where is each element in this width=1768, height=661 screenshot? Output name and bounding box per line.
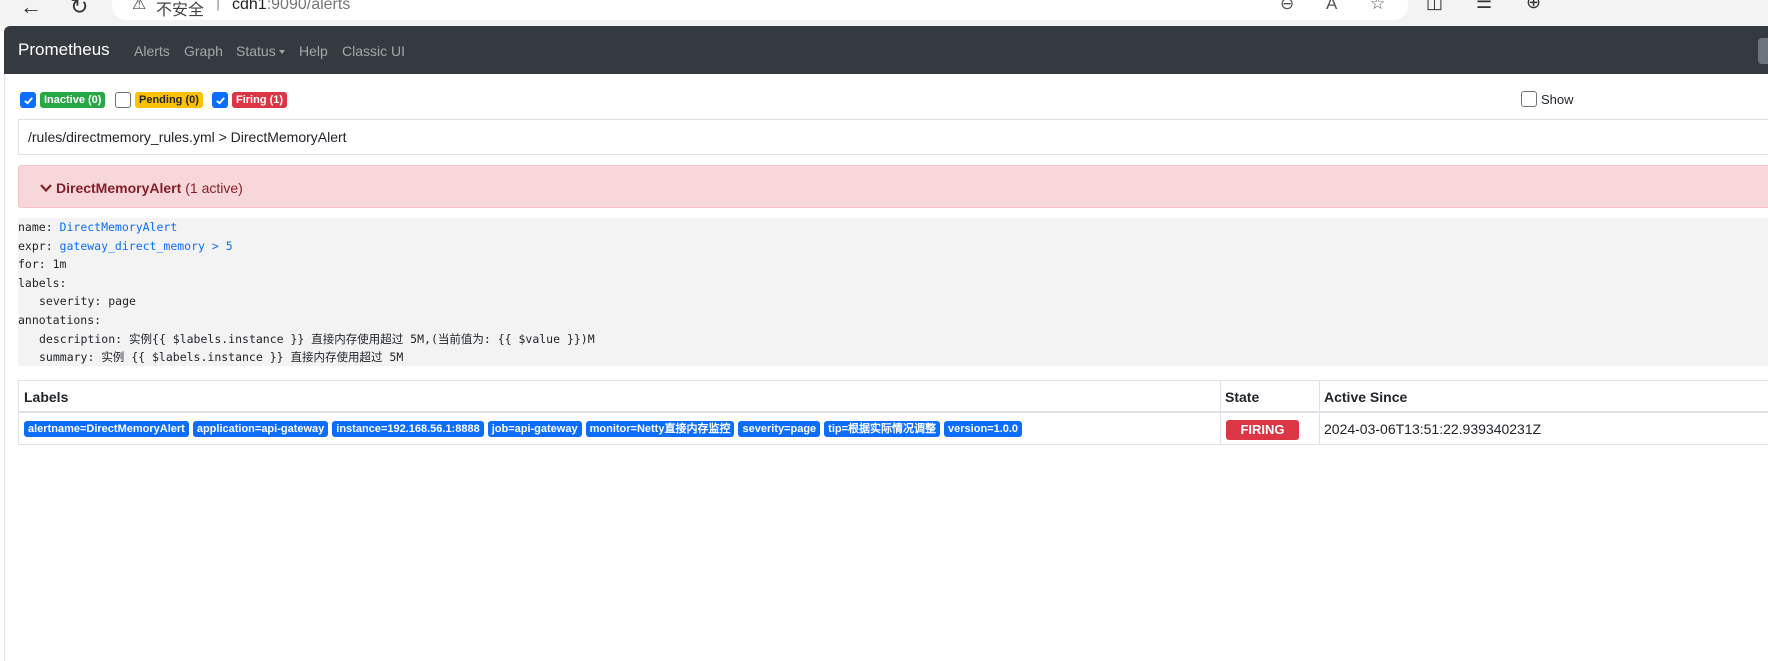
inactive-badge: Inactive (0) (40, 92, 106, 108)
url-host: cdh1 (232, 0, 267, 13)
label-badge: instance=192.168.56.1:8888 (332, 421, 484, 437)
caret-down-icon (278, 50, 285, 55)
show-annotations-label: Show (1541, 91, 1574, 107)
rule-name-link[interactable]: DirectMemoryAlert (60, 220, 178, 234)
nav-status-label: Status (236, 43, 276, 59)
table-row: alertname=DirectMemoryAlert application=… (18, 413, 1768, 445)
top-navbar: Prometheus Alerts Graph Status Help Clas… (4, 26, 1768, 74)
filter-pending[interactable]: Pending (0) (115, 91, 203, 109)
show-annotations-checkbox[interactable] (1521, 91, 1537, 107)
rule-file-header: /rules/directmemory_rules.yml > DirectMe… (18, 119, 1768, 155)
rule-name-key: name: (18, 220, 60, 234)
filter-inactive[interactable]: Inactive (0) (20, 91, 106, 109)
rule-description-value: 实例{{ $labels.instance }} 直接内存使用超过 5M,(当前… (129, 331, 595, 346)
label-badge: alertname=DirectMemoryAlert (24, 421, 189, 437)
warning-icon[interactable]: ⚠ (132, 0, 146, 14)
chevron-down-icon[interactable] (39, 181, 53, 195)
nav-status-dropdown[interactable]: Status (236, 43, 285, 59)
show-annotations-toggle[interactable]: Show (1521, 91, 1574, 107)
alert-name: DirectMemoryAlert (56, 179, 182, 196)
rule-severity-line: severity: page (39, 294, 136, 309)
refresh-icon[interactable]: ↻ (70, 0, 88, 20)
check-icon (23, 96, 33, 105)
theme-toggle-button[interactable] (1758, 38, 1768, 64)
back-icon[interactable]: ← (20, 0, 42, 20)
nav-graph[interactable]: Graph (184, 43, 223, 59)
nav-alerts[interactable]: Alerts (134, 43, 170, 59)
zoom-out-icon[interactable]: ⊖ (1280, 0, 1294, 14)
alerts-table-header: Labels State Active Since (18, 380, 1768, 413)
rule-expr-line: expr: gateway_direct_memory > 5 (18, 237, 1768, 256)
label-badge: application=api-gateway (192, 421, 329, 437)
header-labels: Labels (24, 389, 69, 405)
collections-icon[interactable]: ⊕ (1526, 0, 1541, 13)
address-url[interactable]: cdh1:9090/alerts (232, 0, 350, 14)
label-badge: job=api-gateway (487, 421, 582, 437)
brand-logo[interactable]: Prometheus (18, 40, 110, 60)
insecure-label: 不安全 (156, 0, 205, 19)
label-badge: version=1.0.0 (944, 421, 1023, 437)
url-path: :9090/alerts (266, 0, 351, 13)
address-separator: | (216, 0, 221, 11)
rule-description-line: description: 实例{{ $labels.instance }} 直接… (18, 330, 1768, 349)
rule-annotations-line: annotations: (18, 312, 102, 327)
column-divider (1220, 381, 1221, 413)
rule-definition: name: DirectMemoryAlert expr: gateway_di… (18, 218, 1768, 366)
inactive-checkbox[interactable] (20, 92, 36, 108)
rule-expr-link[interactable]: gateway_direct_memory > 5 (60, 239, 233, 253)
state-badge: FIRING (1226, 420, 1299, 440)
rule-expr-key: expr: (18, 238, 60, 253)
nav-help[interactable]: Help (299, 43, 328, 59)
rule-name-line: name: DirectMemoryAlert (18, 218, 1768, 237)
column-divider (1319, 381, 1320, 413)
label-badge: tip=根据实际情况调整 (824, 421, 941, 437)
header-state: State (1225, 389, 1260, 405)
alert-active-count: (1 active) (185, 179, 243, 196)
rule-labels-line: labels: (18, 275, 67, 290)
column-divider (1220, 413, 1221, 444)
favorite-star-icon[interactable]: ☆ (1370, 0, 1385, 14)
rule-description-key: description: (39, 331, 130, 346)
rule-summary-value: 实例 {{ $labels.instance }} 直接内存使用超过 5M (101, 350, 404, 365)
read-aloud-icon[interactable]: A (1326, 0, 1337, 14)
firing-badge: Firing (1) (232, 92, 288, 108)
rule-summary-key: summary: (39, 350, 102, 365)
filter-firing[interactable]: Firing (1) (212, 91, 288, 109)
rule-for-line: for: 1m (18, 257, 67, 272)
active-since-value: 2024-03-06T13:51:22.939340231Z (1324, 421, 1542, 437)
alert-labels: alertname=DirectMemoryAlert application=… (24, 421, 1023, 437)
rule-summary-line: summary: 实例 {{ $labels.instance }} 直接内存使… (18, 348, 1768, 367)
label-badge: severity=page (738, 421, 821, 437)
address-bar[interactable]: ⚠ 不安全 | cdh1:9090/alerts ⊖ A ☆ (112, 0, 1408, 20)
label-badge: monitor=Netty直接内存监控 (585, 421, 735, 437)
split-screen-icon[interactable]: ◫ (1426, 0, 1443, 13)
browser-toolbar: ← ↻ ⚠ 不安全 | cdh1:9090/alerts ⊖ A ☆ ◫ ☰ ⊕ (0, 0, 1768, 26)
nav-classic-ui[interactable]: Classic UI (342, 43, 405, 59)
firing-checkbox[interactable] (212, 92, 228, 108)
pending-checkbox[interactable] (115, 92, 131, 108)
check-icon (215, 96, 225, 105)
header-active-since: Active Since (1324, 389, 1408, 405)
alert-group-header[interactable]: DirectMemoryAlert (1 active) (18, 165, 1768, 208)
rule-file-path: /rules/directmemory_rules.yml > DirectMe… (28, 129, 347, 145)
column-divider (1319, 413, 1320, 444)
page-border (4, 74, 5, 661)
pending-badge: Pending (0) (135, 92, 203, 108)
favorites-list-icon[interactable]: ☰ (1476, 0, 1492, 13)
